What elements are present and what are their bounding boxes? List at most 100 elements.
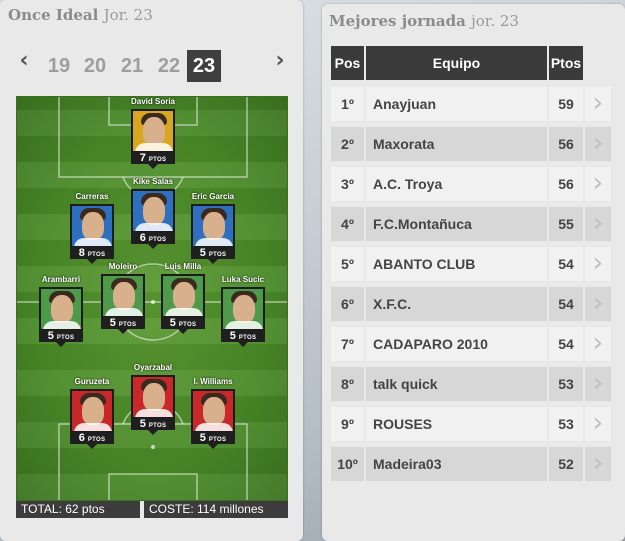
player-name: Kike Salas	[132, 177, 174, 186]
header-pts: Ptos	[549, 46, 583, 80]
player-photo	[191, 389, 235, 433]
player-photo	[131, 189, 175, 233]
ranking-row[interactable]: 2º Maxorata 56 ›	[331, 127, 613, 161]
player-name: David Soria	[130, 97, 175, 106]
row-pts: 53	[549, 407, 583, 441]
next-jornada-arrow-icon[interactable]: ›	[270, 48, 290, 78]
row-pts: 54	[549, 287, 583, 321]
player-photo	[39, 287, 83, 331]
total-cost: COSTE: 114 millones	[144, 501, 288, 518]
ranking-row[interactable]: 5º ABANTO CLUB 54 ›	[331, 247, 613, 281]
player-photo	[221, 287, 265, 331]
team-totals: TOTAL: 62 ptos COSTE: 114 millones	[16, 501, 288, 518]
once-ideal-title-text: Once Ideal	[8, 6, 99, 24]
player-slot-mid-1[interactable]: Arambarri 5 PTOS	[31, 275, 91, 357]
once-ideal-panel: Once Ideal Jor. 23 ‹ 19 20 21 22 23 › Da…	[0, 0, 303, 541]
chevron-right-icon[interactable]: ›	[585, 407, 611, 441]
chevron-right-icon[interactable]: ›	[585, 367, 611, 401]
once-ideal-title: Once Ideal Jor. 23	[8, 6, 153, 24]
jornada-item-22[interactable]: 22	[152, 50, 186, 82]
player-points: 5 PTOS	[101, 317, 145, 334]
player-photo	[131, 109, 175, 153]
row-team: Anayjuan	[366, 87, 547, 121]
chevron-right-icon[interactable]: ›	[585, 247, 611, 281]
ranking-row[interactable]: 6º X.F.C. 54 ›	[331, 287, 613, 321]
player-name: Arambarri	[41, 275, 81, 284]
jornada-item-20[interactable]: 20	[78, 50, 112, 82]
ranking-row[interactable]: 1º Anayjuan 59 ›	[331, 87, 613, 121]
header-pos: Pos	[331, 46, 364, 80]
ranking-row[interactable]: 4º F.C.Montañuca 55 ›	[331, 207, 613, 241]
player-photo	[191, 204, 235, 248]
player-slot-mid-2[interactable]: Moleiro 5 PTOS	[93, 262, 153, 344]
header-team: Equipo	[366, 46, 547, 80]
row-pts: 54	[549, 327, 583, 361]
player-points: 5 PTOS	[191, 247, 235, 264]
row-pts: 54	[549, 247, 583, 281]
row-pts: 59	[549, 87, 583, 121]
chevron-right-icon[interactable]: ›	[585, 127, 611, 161]
mejores-jornada-title: Mejores jornada jor. 23	[329, 12, 519, 30]
row-pts: 55	[549, 207, 583, 241]
row-pts: 53	[549, 367, 583, 401]
row-pos: 9º	[331, 407, 364, 441]
player-points: 5 PTOS	[39, 330, 83, 347]
row-team: A.C. Troya	[366, 167, 547, 201]
prev-jornada-arrow-icon[interactable]: ‹	[14, 48, 34, 78]
row-team: X.F.C.	[366, 287, 547, 321]
row-pts: 52	[549, 447, 583, 481]
ranking-row[interactable]: 8º talk quick 53 ›	[331, 367, 613, 401]
row-team: CADAPARO 2010	[366, 327, 547, 361]
player-name: Oyarzabal	[133, 363, 173, 372]
player-points: 6 PTOS	[131, 232, 175, 249]
jornada-item-21[interactable]: 21	[115, 50, 149, 82]
chevron-right-icon[interactable]: ›	[585, 207, 611, 241]
player-slot-fwd-right[interactable]: I. Williams 5 PTOS	[183, 377, 243, 459]
jornada-selector: ‹ 19 20 21 22 23 ›	[14, 48, 294, 82]
row-pos: 2º	[331, 127, 364, 161]
player-name: Luka Sucic	[221, 275, 265, 284]
player-slot-gk[interactable]: David Soria 7 PTOS	[123, 97, 183, 179]
ranking-row[interactable]: 10º Madeira03 52 ›	[331, 447, 613, 481]
player-photo	[101, 274, 145, 318]
player-slot-mid-4[interactable]: Luka Sucic 5 PTOS	[213, 275, 273, 357]
player-points: 5 PTOS	[161, 317, 205, 334]
soccer-field: David Soria 7 PTOS Kike Salas 6 PTOS Car…	[16, 96, 288, 501]
row-pos: 7º	[331, 327, 364, 361]
ranking-row[interactable]: 9º ROUSES 53 ›	[331, 407, 613, 441]
player-points: 5 PTOS	[131, 418, 175, 435]
player-photo	[70, 204, 114, 248]
chevron-right-icon[interactable]: ›	[585, 327, 611, 361]
player-slot-def-center[interactable]: Kike Salas 6 PTOS	[123, 177, 183, 259]
row-team: F.C.Montañuca	[366, 207, 547, 241]
player-name: Guruzeta	[74, 377, 110, 386]
row-pts: 56	[549, 167, 583, 201]
row-team: talk quick	[366, 367, 547, 401]
row-pos: 6º	[331, 287, 364, 321]
jornada-item-19[interactable]: 19	[42, 50, 76, 82]
ranking-row[interactable]: 3º A.C. Troya 56 ›	[331, 167, 613, 201]
player-points: 7 PTOS	[131, 152, 175, 169]
row-pos: 3º	[331, 167, 364, 201]
player-name: Luis Milla	[164, 262, 202, 271]
total-points: TOTAL: 62 ptos	[16, 501, 140, 518]
chevron-right-icon[interactable]: ›	[585, 167, 611, 201]
row-pos: 1º	[331, 87, 364, 121]
mejores-jornada-title-text: Mejores jornada	[329, 12, 466, 30]
player-slot-fwd-center[interactable]: Oyarzabal 5 PTOS	[123, 363, 183, 445]
player-points: 6 PTOS	[70, 432, 114, 449]
row-pos: 8º	[331, 367, 364, 401]
ranking-row[interactable]: 7º CADAPARO 2010 54 ›	[331, 327, 613, 361]
player-photo	[161, 274, 205, 318]
player-slot-fwd-left[interactable]: Guruzeta 6 PTOS	[62, 377, 122, 459]
chevron-right-icon[interactable]: ›	[585, 87, 611, 121]
jornada-item-23-active[interactable]: 23	[187, 50, 221, 82]
once-ideal-jornada-label: Jor. 23	[103, 6, 153, 24]
player-points: 5 PTOS	[191, 432, 235, 449]
ranking-header: Pos Equipo Ptos	[331, 46, 613, 80]
row-pos: 4º	[331, 207, 364, 241]
chevron-right-icon[interactable]: ›	[585, 287, 611, 321]
chevron-right-icon[interactable]: ›	[585, 447, 611, 481]
player-name: Eric Garcia	[191, 192, 235, 201]
mejores-jornada-panel: Mejores jornada jor. 23 Pos Equipo Ptos …	[322, 4, 625, 541]
